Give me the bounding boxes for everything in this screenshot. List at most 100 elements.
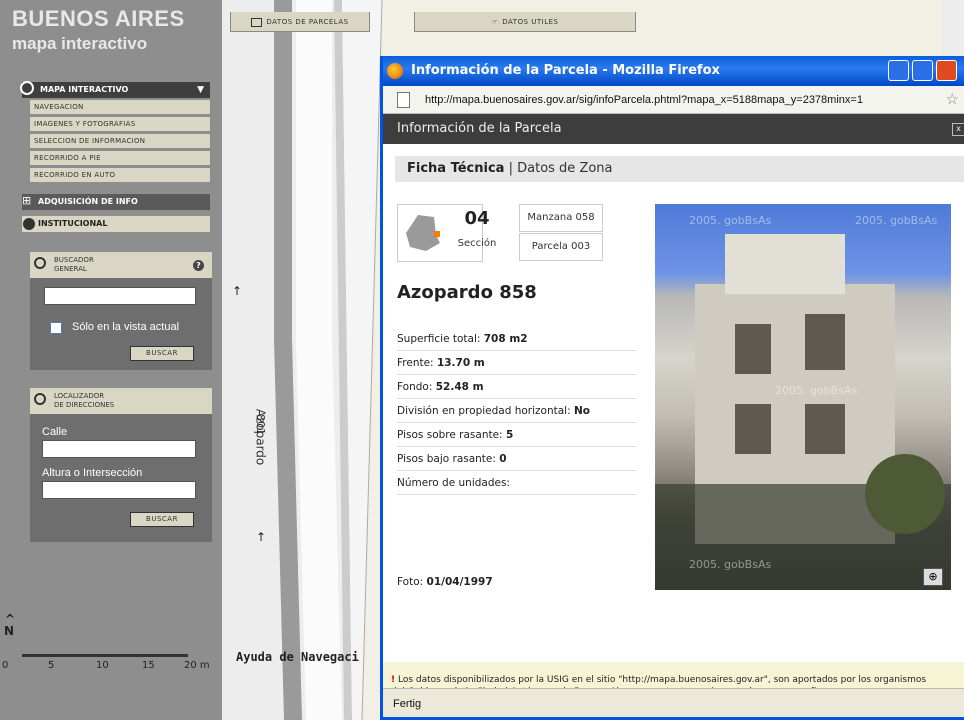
tab-datos-zona[interactable]: Datos de Zona [517, 161, 612, 176]
navigation-help-link[interactable]: Ayuda de Navegaci [236, 650, 359, 664]
street-number-label: 801 [254, 414, 267, 435]
field-label: División en propiedad horizontal: [397, 405, 574, 417]
north-label: N [4, 624, 15, 638]
map-arrow-2: ↑ [256, 530, 267, 544]
info-tabs: Ficha Técnica | Datos de Zona [395, 156, 964, 182]
maximize-button[interactable] [912, 60, 933, 81]
scale-label-5: 5 [48, 660, 55, 671]
tab-datos-parcelas[interactable]: DATOS DE PARCELAS [230, 12, 370, 32]
window-titlebar[interactable]: Información de la Parcela - Mozilla Fire… [383, 56, 964, 86]
field-division: División en propiedad horizontal: No [397, 400, 637, 423]
visible-area-label: Sólo en la vista actual [72, 321, 180, 333]
scale-label-20: 20 m [184, 660, 210, 671]
scale-label-15: 15 [142, 660, 155, 671]
field-value: 708 m2 [483, 333, 528, 345]
firefox-icon [387, 63, 403, 79]
field-value: 0 [499, 453, 507, 465]
menu-header-mapa-interactivo[interactable]: MAPA INTERACTIVO ▼ [22, 82, 210, 98]
tab-datos-utiles[interactable]: ☞ DATOS UTILES [414, 12, 636, 32]
parcel-address: Azopardo 858 [397, 282, 537, 303]
brand-subtitle: mapa interactivo [12, 34, 148, 53]
info-icon [23, 218, 35, 230]
field-value: No [573, 405, 590, 417]
tab-ficha-tecnica[interactable]: Ficha Técnica [407, 161, 504, 176]
scale-labels: 0 5 10 15 20 m [2, 660, 222, 674]
parcela-cell: Parcela 003 [519, 233, 603, 261]
field-label: Fondo: [397, 381, 436, 393]
close-page-icon[interactable]: x [952, 123, 964, 136]
street-label: Calle [42, 426, 68, 438]
photo-watermark-4: 2005. gobBsAs [689, 558, 772, 571]
help-icon[interactable]: ? [193, 260, 204, 271]
search-panel-title-2: GENERAL [54, 265, 87, 273]
locator-title-1: LOCALIZADOR [54, 392, 105, 400]
minimize-button[interactable] [888, 60, 909, 81]
scale-label-0: 0 [2, 660, 9, 671]
url-bar[interactable]: http://mapa.buenosaires.gov.ar/sig/infoP… [383, 86, 964, 114]
street-input[interactable] [42, 440, 196, 458]
chevron-down-icon: ▼ [197, 85, 204, 95]
field-label: Pisos sobre rasante: [397, 429, 506, 441]
map-arrow-1: ↑ [232, 284, 243, 298]
height-input[interactable] [42, 481, 196, 499]
brand-title: BUENOS AIRES [12, 6, 185, 31]
firefox-popup-window: Información de la Parcela - Mozilla Fire… [380, 56, 964, 720]
field-pisos-sobre: Pisos sobre rasante: 5 [397, 424, 637, 447]
search-button[interactable]: BUSCAR [130, 346, 194, 361]
locate-button[interactable]: BUSCAR [130, 512, 194, 527]
sidebar: BUENOS AIRES mapa interactivo MAPA INTER… [0, 0, 222, 720]
tab-parcelas-label: DATOS DE PARCELAS [266, 18, 349, 26]
search-panel: BUSCADOR GENERAL ? Sólo en la vista actu… [30, 252, 212, 370]
visible-area-checkbox[interactable] [50, 322, 62, 334]
photo-watermark-1: 2005. gobBsAs [689, 214, 772, 227]
photo-label: Foto: [397, 576, 427, 588]
locator-panel-header: LOCALIZADOR DE DIRECCIONES [30, 388, 212, 414]
status-text: Fertig [393, 698, 422, 710]
section-number: 04 [464, 208, 490, 229]
menu-item-imagenes[interactable]: IMAGENES Y FOTOGRAFIAS [30, 117, 210, 132]
tab-utiles-label: DATOS UTILES [502, 18, 559, 26]
field-frente: Frente: 13.70 m [397, 352, 637, 375]
page-header-title: Información de la Parcela [397, 121, 562, 136]
page-content: Ficha Técnica | Datos de Zona 04 Sección… [383, 144, 964, 717]
close-window-button[interactable] [936, 60, 957, 81]
field-fondo: Fondo: 52.48 m [397, 376, 637, 399]
field-value: 52.48 m [435, 381, 484, 393]
field-label: Número de unidades: [397, 477, 510, 489]
field-value: 13.70 m [436, 357, 485, 369]
manzana-cell: Manzana 058 [519, 204, 603, 232]
photo-date: Foto: 01/04/1997 [397, 576, 493, 588]
menu-section-adquisicion[interactable]: ADQUISICIÓN DE INFO [22, 194, 210, 210]
locator-title-2: DE DIRECCIONES [54, 401, 115, 409]
zoom-photo-icon[interactable]: ⊕ [923, 568, 943, 586]
scale-label-10: 10 [96, 660, 109, 671]
tab-separator: | [508, 161, 513, 176]
search-panel-title-1: BUSCADOR [54, 256, 94, 264]
search-icon [34, 257, 46, 269]
field-label: Pisos bajo rasante: [397, 453, 500, 465]
bookmark-star-icon[interactable]: ☆ [946, 86, 959, 113]
building-illustration [655, 234, 951, 590]
page-header: Información de la Parcela x [383, 114, 964, 144]
photo-watermark-3: 2005. gobBsAs [775, 384, 858, 397]
menu-item-navegacion[interactable]: NAVEGACION [30, 100, 210, 115]
field-pisos-bajo: Pisos bajo rasante: 0 [397, 448, 637, 471]
menu-section-institucional[interactable]: INSTITUCIONAL [22, 216, 210, 232]
menu-item-recorrido-auto[interactable]: RECORRIDO EN AUTO [30, 168, 210, 183]
search-input[interactable] [44, 287, 196, 305]
status-bar: Fertig [383, 688, 964, 717]
field-unidades: Número de unidades: [397, 472, 637, 495]
camera-icon [251, 17, 263, 27]
menu-item-seleccion[interactable]: SELECCION DE INFORMACION [30, 134, 210, 149]
field-value: 5 [505, 429, 514, 441]
compass-icon [20, 81, 34, 95]
parcel-photo[interactable]: 2005. gobBsAs 2005. gobBsAs 2005. gobBsA… [655, 204, 951, 590]
photo-watermark-2: 2005. gobBsAs [855, 214, 938, 227]
field-superficie: Superficie total: 708 m2 [397, 328, 637, 351]
locator-panel: LOCALIZADOR DE DIRECCIONES Calle Altura … [30, 388, 212, 542]
page-icon [397, 92, 410, 108]
scale-bar [22, 654, 188, 657]
photo-date-value: 01/04/1997 [426, 576, 493, 588]
menu-item-recorrido-pie[interactable]: RECORRIDO A PIE [30, 151, 210, 166]
field-label: Superficie total: [397, 333, 484, 345]
